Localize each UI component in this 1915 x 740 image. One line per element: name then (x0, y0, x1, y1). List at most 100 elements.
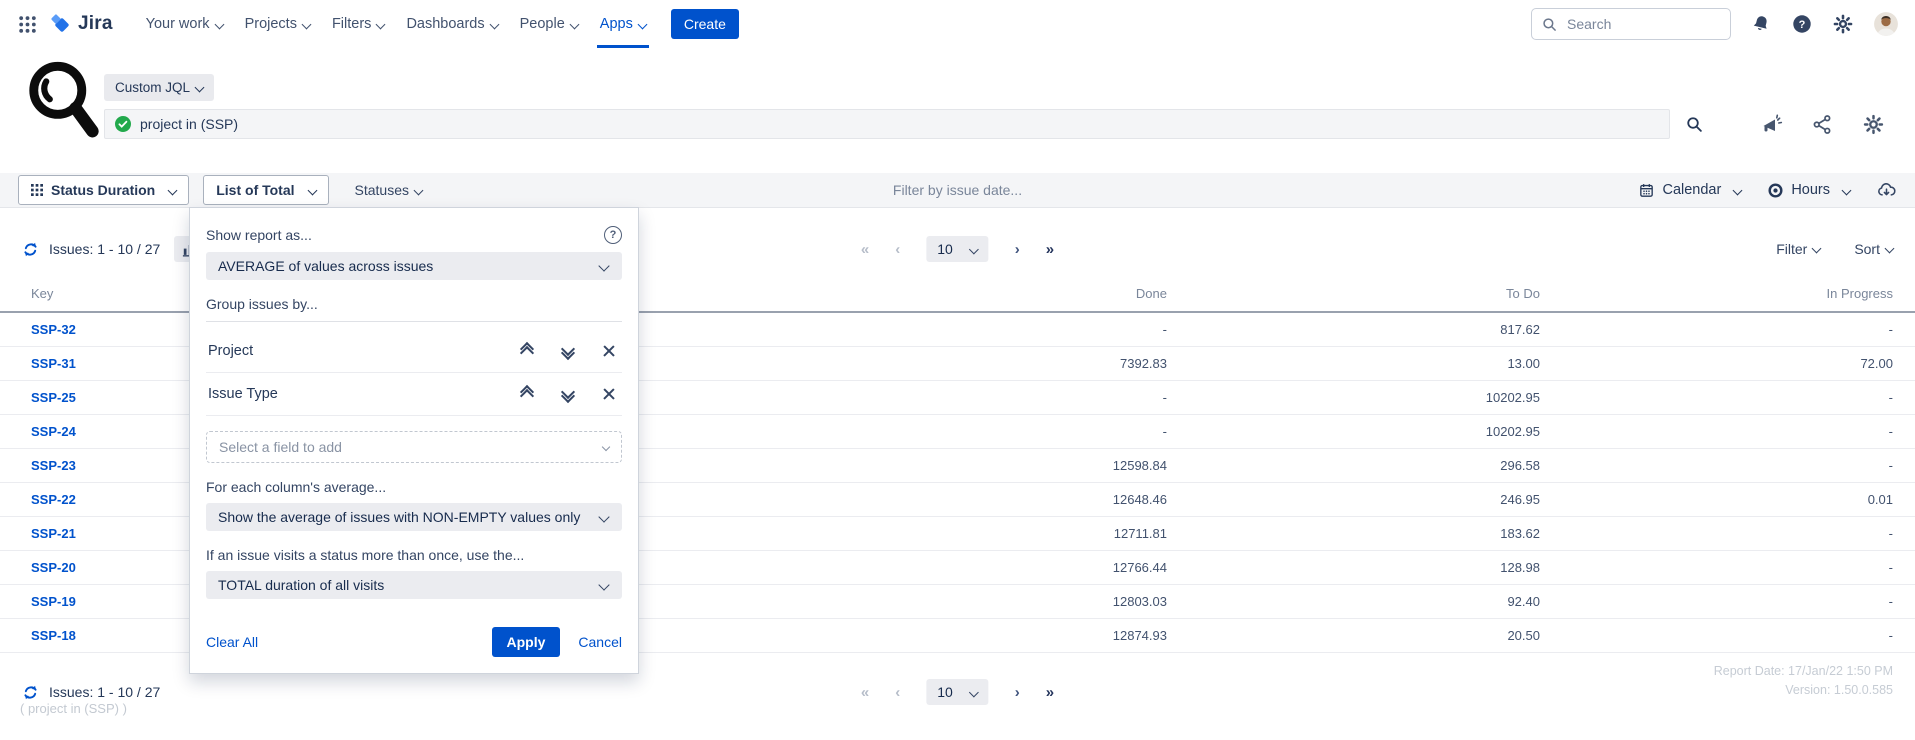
move-down-icon[interactable] (561, 387, 575, 401)
column-key[interactable]: Key (31, 286, 181, 301)
help-icon[interactable]: ? (1791, 13, 1813, 35)
filter-dropdown[interactable]: Filter (1776, 241, 1820, 257)
grid-icon (31, 184, 43, 196)
chevron-down-icon (598, 579, 609, 590)
calendar-dropdown[interactable]: Calendar (1638, 182, 1741, 199)
jql-echo: ( project in (SSP) ) (20, 701, 127, 716)
report-type-button[interactable]: List of Total (203, 175, 328, 205)
clear-all-link[interactable]: Clear All (206, 634, 258, 650)
chevron-down-icon (1812, 244, 1822, 254)
announcement-megaphone-icon[interactable] (1759, 112, 1783, 136)
sort-dropdown[interactable]: Sort (1854, 241, 1893, 257)
share-icon[interactable] (1811, 113, 1834, 136)
results-bar-bottom: Issues: 1 - 10 / 27 « ‹ 10 › » (0, 675, 1915, 709)
user-avatar[interactable] (1873, 11, 1899, 37)
issue-key-link[interactable]: SSP-24 (31, 424, 181, 439)
last-page-button[interactable]: » (1046, 241, 1054, 258)
global-search[interactable] (1531, 8, 1731, 40)
jql-input[interactable]: project in (SSP) (104, 109, 1670, 139)
jira-logo[interactable]: Jira (50, 13, 113, 36)
export-cloud-icon[interactable] (1876, 180, 1897, 201)
time-unit-icon (1767, 182, 1784, 199)
statuses-dropdown[interactable]: Statuses (355, 182, 422, 198)
add-field-select[interactable]: Select a field to add (206, 431, 622, 463)
chevron-down-icon (1842, 185, 1852, 195)
hours-dropdown[interactable]: Hours (1767, 182, 1850, 199)
jql-type-selector[interactable]: Custom JQL (104, 74, 214, 101)
nav-item-people[interactable]: People (509, 0, 589, 48)
report-config-panel: Show report as... AVERAGE of values acro… (189, 207, 639, 674)
jql-row: project in (SSP) (104, 109, 1895, 139)
move-up-icon[interactable] (520, 387, 534, 401)
app-selector-button[interactable]: Status Duration (18, 175, 189, 205)
jira-app: Jira Your work Projects Filters Dashboar… (0, 0, 1915, 740)
first-page-button[interactable]: « (861, 684, 869, 701)
version: Version: 1.50.0.585 (1714, 681, 1893, 700)
issue-key-link[interactable]: SSP-19 (31, 594, 181, 609)
nav-item-projects[interactable]: Projects (234, 0, 321, 48)
issue-key-link[interactable]: SSP-21 (31, 526, 181, 541)
chevron-down-icon (489, 19, 499, 29)
prev-page-button[interactable]: ‹ (895, 241, 900, 258)
cell-todo: 183.62 (1167, 526, 1540, 541)
help-icon[interactable] (604, 226, 622, 244)
jql-text: project in (SSP) (140, 116, 238, 132)
cell-todo: 10202.95 (1167, 424, 1540, 439)
chevron-down-icon (376, 19, 386, 29)
issue-key-link[interactable]: SSP-22 (31, 492, 181, 507)
refresh-icon[interactable] (22, 684, 39, 701)
column-average-select[interactable]: Show the average of issues with NON-EMPT… (206, 503, 622, 531)
chevron-down-icon (214, 19, 224, 29)
apply-button[interactable]: Apply (492, 627, 561, 657)
column-inprogress[interactable]: In Progress (1540, 286, 1893, 301)
next-page-button[interactable]: › (1015, 241, 1020, 258)
issue-date-filter[interactable]: Filter by issue date... (893, 182, 1022, 198)
issue-key-link[interactable]: SSP-20 (31, 560, 181, 575)
jql-search-icon[interactable] (1686, 116, 1703, 133)
chevron-down-icon (1885, 244, 1895, 254)
cell-todo: 13.00 (1167, 356, 1540, 371)
prev-page-button[interactable]: ‹ (895, 684, 900, 701)
cell-inprogress: - (1540, 458, 1893, 473)
nav-item-apps[interactable]: Apps (589, 0, 657, 48)
chevron-down-icon (598, 260, 609, 271)
jira-logo-text: Jira (78, 13, 113, 35)
cell-inprogress: 0.01 (1540, 492, 1893, 507)
nav-item-filters[interactable]: Filters (321, 0, 395, 48)
move-down-icon[interactable] (561, 344, 575, 358)
issue-key-link[interactable]: SSP-31 (31, 356, 181, 371)
page-size-select[interactable]: 10 (926, 679, 989, 705)
show-report-as-select[interactable]: AVERAGE of values across issues (206, 252, 622, 280)
cancel-link[interactable]: Cancel (578, 634, 622, 650)
notifications-bell-icon[interactable] (1750, 13, 1772, 35)
settings-gear-icon[interactable] (1832, 13, 1854, 35)
nav-item-dashboards[interactable]: Dashboards (395, 0, 508, 48)
app-switcher-icon[interactable] (16, 13, 38, 35)
issue-key-link[interactable]: SSP-23 (31, 458, 181, 473)
multiple-visits-select[interactable]: TOTAL duration of all visits (206, 571, 622, 599)
chevron-down-icon (1733, 185, 1743, 195)
report-settings-gear-icon[interactable] (1862, 113, 1885, 136)
global-search-input[interactable] (1565, 15, 1720, 33)
chevron-down-icon (168, 185, 178, 195)
last-page-button[interactable]: » (1046, 684, 1054, 701)
first-page-button[interactable]: « (861, 241, 869, 258)
cell-todo: 296.58 (1167, 458, 1540, 473)
chevron-down-icon (569, 19, 579, 29)
next-page-button[interactable]: › (1015, 684, 1020, 701)
refresh-icon[interactable] (22, 241, 39, 258)
panel-footer: Clear All Apply Cancel (206, 627, 622, 657)
issue-key-link[interactable]: SSP-32 (31, 322, 181, 337)
issue-key-link[interactable]: SSP-18 (31, 628, 181, 643)
chevron-down-icon (307, 185, 317, 195)
page-size-select[interactable]: 10 (926, 236, 989, 262)
move-up-icon[interactable] (520, 344, 534, 358)
remove-icon[interactable] (602, 344, 616, 358)
remove-icon[interactable] (602, 387, 616, 401)
nav-item-your-work[interactable]: Your work (135, 0, 234, 48)
issue-key-link[interactable]: SSP-25 (31, 390, 181, 405)
column-todo[interactable]: To Do (1167, 286, 1540, 301)
group-field-name: Project (208, 343, 253, 359)
create-button[interactable]: Create (671, 9, 739, 39)
top-navbar: Jira Your work Projects Filters Dashboar… (0, 0, 1915, 48)
